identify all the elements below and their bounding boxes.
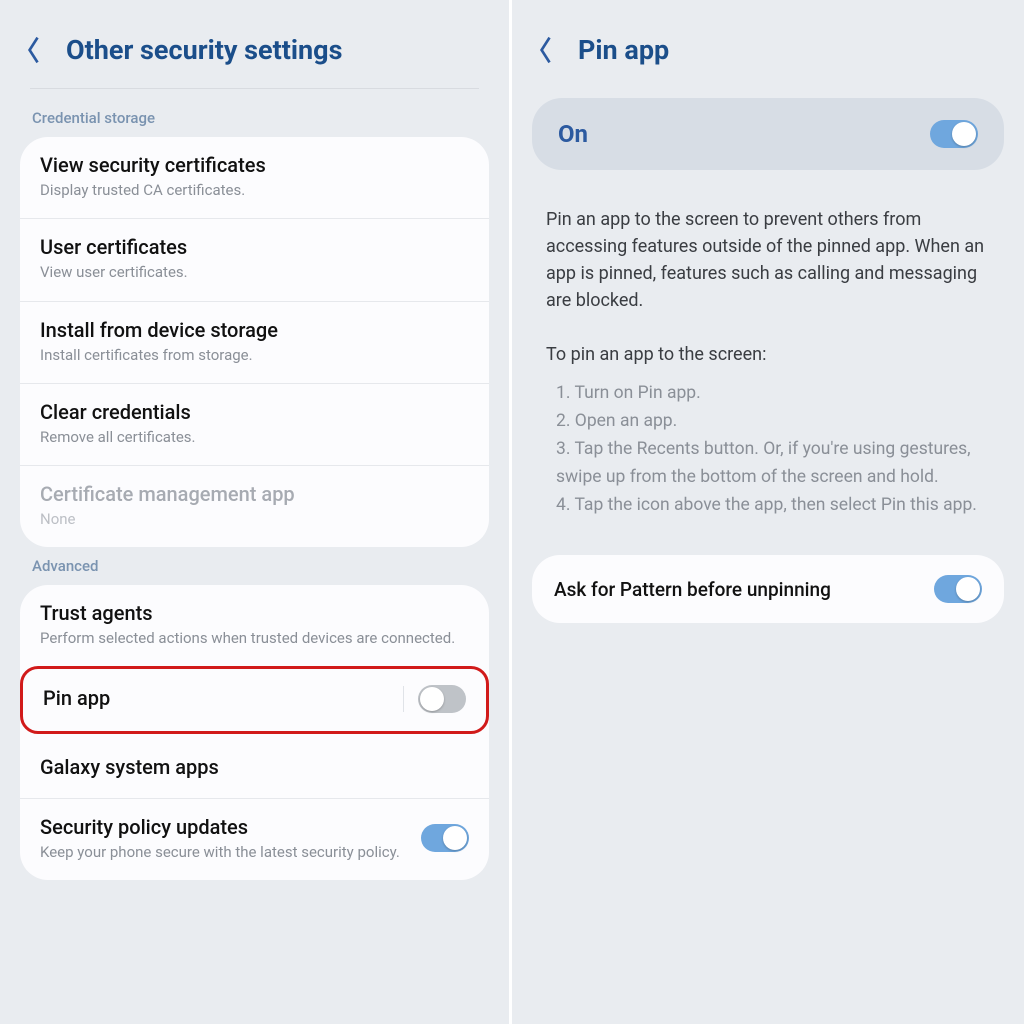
row-sub: Display trusted CA certificates. — [40, 180, 469, 200]
steps-heading: To pin an app to the screen: — [546, 344, 990, 365]
row-sub: Keep your phone secure with the latest s… — [40, 842, 407, 862]
header: Other security settings — [20, 26, 489, 88]
row-security-policy-updates[interactable]: Security policy updates Keep your phone … — [20, 798, 489, 880]
row-title: Pin app — [43, 686, 389, 711]
row-sub: None — [40, 509, 469, 529]
row-title: User certificates — [40, 235, 469, 260]
row-sub: Perform selected actions when trusted de… — [40, 628, 469, 648]
row-title: Clear credentials — [40, 400, 469, 425]
toggle-security-policy[interactable] — [421, 824, 469, 852]
row-sub: View user certificates. — [40, 262, 469, 282]
step-item: 1. Turn on Pin app. — [556, 379, 990, 407]
advanced-card: Trust agents Perform selected actions wh… — [20, 585, 489, 880]
pin-app-master-toggle[interactable]: On — [532, 98, 1004, 170]
row-sub: Install certificates from storage. — [40, 345, 469, 365]
divider — [403, 686, 404, 712]
credential-storage-card: View security certificates Display trust… — [20, 137, 489, 547]
toggle-pin-app-master[interactable] — [930, 120, 978, 148]
step-item: 3. Tap the Recents button. Or, if you're… — [556, 435, 990, 491]
description-text: Pin an app to the screen to prevent othe… — [546, 206, 990, 314]
header: Pin app — [532, 26, 1004, 92]
section-advanced: Advanced — [20, 547, 489, 585]
row-install-from-device-storage[interactable]: Install from device storage Install cert… — [20, 301, 489, 383]
description-block: Pin an app to the screen to prevent othe… — [532, 170, 1004, 527]
step-item: 4. Tap the icon above the app, then sele… — [556, 491, 990, 519]
on-label: On — [558, 120, 588, 148]
row-title: Ask for Pattern before unpinning — [554, 578, 831, 601]
screen-pin-app: Pin app On Pin an app to the screen to p… — [512, 0, 1024, 1024]
step-item: 2. Open an app. — [556, 407, 990, 435]
steps-list: 1. Turn on Pin app. 2. Open an app. 3. T… — [556, 379, 990, 519]
divider — [30, 88, 479, 89]
row-ask-for-pattern[interactable]: Ask for Pattern before unpinning — [532, 555, 1004, 623]
row-title: Install from device storage — [40, 318, 469, 343]
row-title: View security certificates — [40, 153, 469, 178]
row-pin-app[interactable]: Pin app — [23, 669, 486, 731]
section-credential-storage: Credential storage — [20, 99, 489, 137]
page-title: Other security settings — [66, 34, 342, 66]
row-trust-agents[interactable]: Trust agents Perform selected actions wh… — [20, 585, 489, 666]
row-certificate-management-app[interactable]: Certificate management app None — [20, 465, 489, 547]
back-icon[interactable] — [532, 36, 560, 64]
highlight-pin-app: Pin app — [20, 666, 489, 734]
row-user-certificates[interactable]: User certificates View user certificates… — [20, 218, 489, 300]
toggle-ask-for-pattern[interactable] — [934, 575, 982, 603]
row-clear-credentials[interactable]: Clear credentials Remove all certificate… — [20, 383, 489, 465]
row-title: Trust agents — [40, 601, 469, 626]
row-title: Galaxy system apps — [40, 755, 469, 780]
row-title: Certificate management app — [40, 482, 469, 507]
toggle-pin-app[interactable] — [418, 685, 466, 713]
screen-other-security-settings: Other security settings Credential stora… — [0, 0, 512, 1024]
row-view-security-certificates[interactable]: View security certificates Display trust… — [20, 137, 489, 218]
page-title: Pin app — [578, 34, 669, 66]
row-title: Security policy updates — [40, 815, 407, 840]
row-sub: Remove all certificates. — [40, 427, 469, 447]
row-galaxy-system-apps[interactable]: Galaxy system apps — [20, 733, 489, 798]
back-icon[interactable] — [20, 36, 48, 64]
